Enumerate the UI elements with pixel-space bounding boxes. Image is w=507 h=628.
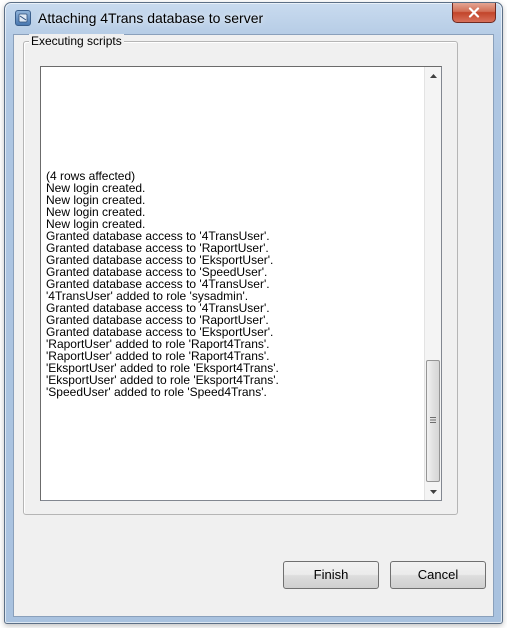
scroll-down-icon	[429, 489, 437, 494]
scroll-up-icon	[429, 73, 437, 78]
grip-icon	[430, 417, 436, 423]
scroll-thumb[interactable]	[426, 360, 440, 482]
close-icon	[468, 7, 480, 18]
vertical-scrollbar[interactable]	[424, 67, 441, 500]
executing-scripts-group: Executing scripts (4 rows affected) New l…	[23, 34, 458, 515]
log-lines: (4 rows affected) New login created. New l…	[46, 170, 279, 398]
cancel-button[interactable]: Cancel	[390, 561, 486, 589]
database-attach-icon	[15, 10, 31, 26]
script-output-log[interactable]: (4 rows affected) New login created. New l…	[40, 66, 442, 501]
title-bar[interactable]: Attaching 4Trans database to server	[5, 3, 502, 34]
finish-button[interactable]: Finish	[283, 561, 379, 589]
log-line: 'SpeedUser' added to role 'Speed4Trans'.	[46, 385, 267, 399]
group-label: Executing scripts	[29, 34, 124, 48]
scroll-down-button[interactable]	[425, 483, 441, 500]
scroll-up-button[interactable]	[425, 67, 441, 84]
window-title: Attaching 4Trans database to server	[38, 10, 264, 26]
close-button[interactable]	[452, 3, 496, 23]
